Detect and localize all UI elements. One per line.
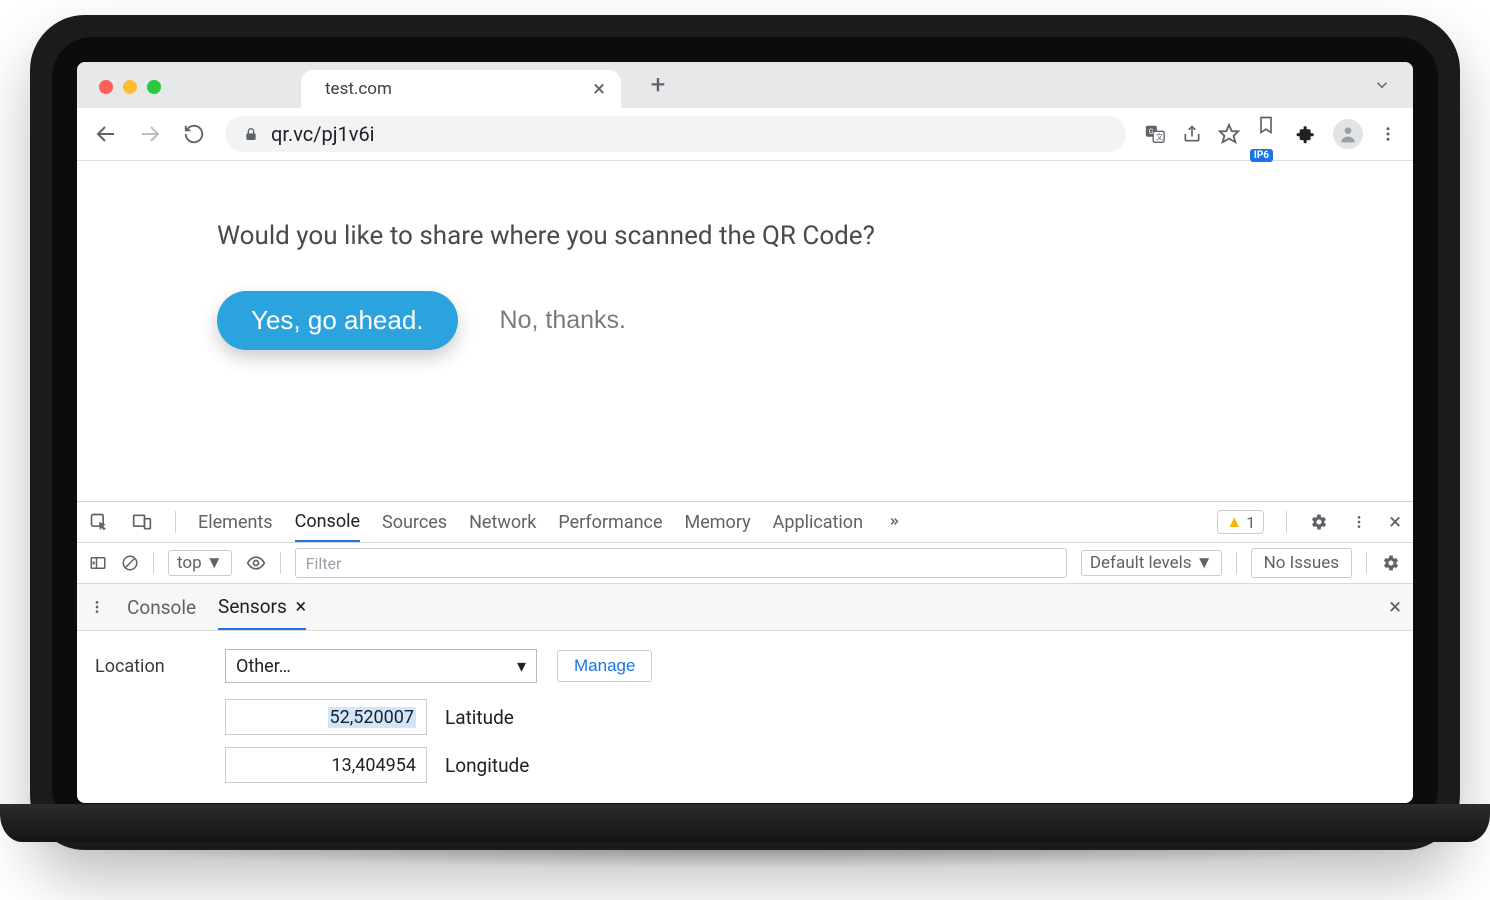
latitude-input[interactable]: 52,520007 <box>225 699 427 735</box>
back-button[interactable] <box>93 121 119 147</box>
tab-network[interactable]: Network <box>469 504 536 541</box>
levels-selector[interactable]: Default levels ▼ <box>1081 550 1222 576</box>
bookmark-saved-icon[interactable]: IP6 <box>1256 115 1279 154</box>
manage-button[interactable]: Manage <box>557 650 652 682</box>
tab-memory[interactable]: Memory <box>685 504 751 541</box>
browser-toolbar: qr.vc/pj1v6i G文 <box>77 108 1413 161</box>
inspect-icon[interactable] <box>89 512 109 532</box>
console-settings-icon[interactable] <box>1381 553 1401 573</box>
tab-sources[interactable]: Sources <box>382 504 447 541</box>
devtools-tabbar: Elements Console Sources Network Perform… <box>77 502 1413 543</box>
share-icon[interactable] <box>1182 124 1202 144</box>
settings-icon[interactable] <box>1309 512 1329 532</box>
new-tab-button[interactable]: + <box>641 68 675 102</box>
tabs-dropdown-icon[interactable] <box>1373 76 1391 94</box>
extensions-icon[interactable] <box>1295 123 1317 145</box>
page-content: Would you like to share where you scanne… <box>77 161 1413 501</box>
drawer-tab-sensors[interactable]: Sensors × <box>218 584 306 630</box>
prompt-text: Would you like to share where you scanne… <box>217 221 1273 251</box>
drawer-tab-console[interactable]: Console <box>127 586 196 629</box>
lock-icon <box>243 126 259 142</box>
more-tabs-icon[interactable] <box>885 515 903 529</box>
close-tab-icon[interactable]: × <box>593 77 605 102</box>
svg-text:文: 文 <box>1156 133 1164 142</box>
tab-performance[interactable]: Performance <box>558 504 662 541</box>
tab-elements[interactable]: Elements <box>198 504 273 541</box>
tab-console[interactable]: Console <box>295 503 360 542</box>
tab-application[interactable]: Application <box>773 504 863 541</box>
screen: test.com × + <box>77 62 1413 803</box>
latitude-value: 52,520007 <box>328 707 416 728</box>
warning-count: 1 <box>1246 513 1255 532</box>
reload-button[interactable] <box>181 121 207 147</box>
close-drawer-tab-icon[interactable]: × <box>296 594 307 618</box>
close-window-icon[interactable] <box>99 80 113 94</box>
close-drawer-icon[interactable]: × <box>1389 595 1401 620</box>
longitude-label: Longitude <box>445 754 529 777</box>
devtools-drawer: Console Sensors × × Location <box>77 584 1413 803</box>
warnings-pill[interactable]: ▲ 1 <box>1217 510 1264 534</box>
url-text: qr.vc/pj1v6i <box>271 122 375 146</box>
console-sidebar-icon[interactable] <box>89 554 107 572</box>
tab-title: test.com <box>325 79 392 99</box>
laptop-frame: test.com × + <box>30 15 1460 850</box>
issues-button[interactable]: No Issues <box>1251 548 1352 578</box>
menu-icon[interactable] <box>1379 125 1397 143</box>
context-selector[interactable]: top ▼ <box>168 550 232 576</box>
latitude-label: Latitude <box>445 706 514 729</box>
location-label: Location <box>95 656 205 677</box>
no-button[interactable]: No, thanks. <box>494 305 632 336</box>
browser-tab[interactable]: test.com × <box>301 70 621 108</box>
device-toggle-icon[interactable] <box>131 512 153 532</box>
chevron-down-icon: ▾ <box>517 656 526 677</box>
console-toolbar: top ▼ Filter Default levels ▼ <box>77 543 1413 584</box>
profile-avatar[interactable] <box>1333 119 1363 149</box>
warning-icon: ▲ <box>1226 512 1242 532</box>
devtools: Elements Console Sources Network Perform… <box>77 501 1413 803</box>
browser-tabstrip: test.com × + <box>77 62 1413 108</box>
drawer-menu-icon[interactable] <box>89 599 105 615</box>
minimize-window-icon[interactable] <box>123 80 137 94</box>
svg-text:G: G <box>1148 127 1153 136</box>
bookmark-icon[interactable] <box>1218 123 1240 145</box>
kebab-icon[interactable] <box>1351 514 1367 530</box>
address-bar[interactable]: qr.vc/pj1v6i <box>225 116 1126 152</box>
translate-icon[interactable]: G文 <box>1144 123 1166 145</box>
forward-button <box>137 121 163 147</box>
clear-console-icon[interactable] <box>121 554 139 572</box>
longitude-input[interactable]: 13,404954 <box>225 747 427 783</box>
filter-input[interactable]: Filter <box>295 548 1067 578</box>
longitude-value: 13,404954 <box>332 755 416 776</box>
sensors-panel: Location Other… ▾ Manage 52,520007 <box>77 631 1413 803</box>
window-controls[interactable] <box>99 80 161 94</box>
drawer-tabbar: Console Sensors × × <box>77 584 1413 631</box>
close-devtools-icon[interactable]: × <box>1389 510 1401 535</box>
yes-button[interactable]: Yes, go ahead. <box>217 291 458 350</box>
location-preset-select[interactable]: Other… ▾ <box>225 649 537 683</box>
ip6-badge: IP6 <box>1250 149 1273 162</box>
live-expression-icon[interactable] <box>246 553 266 573</box>
fullscreen-window-icon[interactable] <box>147 80 161 94</box>
